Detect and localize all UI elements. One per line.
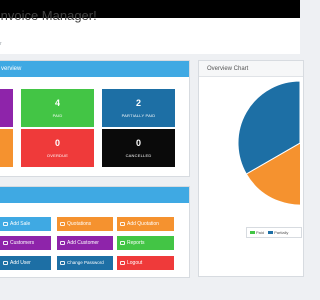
cancelled-count: 0 xyxy=(135,138,141,148)
legend-swatch-partially xyxy=(268,231,274,235)
overview-tile-paid[interactable]: 4 PAID xyxy=(21,89,94,127)
legend-label-partially: Partially xyxy=(274,230,289,235)
legend-label-paid: Paid xyxy=(256,230,265,235)
user-plus-icon xyxy=(3,260,8,265)
file-plus-icon xyxy=(120,221,125,226)
overview-tile-cancelled[interactable]: 0 CANCELLED xyxy=(102,129,175,167)
overview-tile-overdue[interactable]: 0 OVERDUE xyxy=(21,129,94,167)
quick-actions-header xyxy=(0,187,189,203)
users-icon xyxy=(3,240,8,245)
overview-chart-panel: Overview Chart xyxy=(198,60,304,277)
user-plus-icon xyxy=(60,240,65,245)
change-password-button[interactable]: Change Password xyxy=(57,256,113,270)
cancelled-label: CANCELLED xyxy=(125,153,152,158)
key-icon xyxy=(60,260,65,265)
chart-legend: Paid Partially xyxy=(246,227,302,238)
overview-chart-header: Overview Chart xyxy=(199,61,303,77)
add-sale-button[interactable]: Add Sale xyxy=(0,217,51,231)
logout-button[interactable]: Logout xyxy=(117,256,174,270)
legend-swatch-paid xyxy=(250,231,255,235)
overdue-count: 0 xyxy=(54,138,60,148)
plus-icon xyxy=(3,221,8,226)
paid-count: 4 xyxy=(54,98,60,108)
overview-tile-unknown[interactable] xyxy=(0,89,13,127)
file-icon xyxy=(60,221,65,226)
logout-icon xyxy=(120,260,125,265)
page-title: Invoice Manager! xyxy=(0,8,97,23)
reports-button[interactable]: Reports xyxy=(117,236,174,250)
overview-tile-unknown-2[interactable] xyxy=(0,129,13,167)
add-quotation-button[interactable]: Add Quotation xyxy=(117,217,174,231)
paid-label: PAID xyxy=(52,113,63,118)
partially-paid-label: PARTIALLY PAID xyxy=(121,113,156,118)
overview-panel-header: verview xyxy=(0,61,189,77)
breadcrumb: r xyxy=(0,41,2,47)
add-user-button[interactable]: Add User xyxy=(0,256,51,270)
overview-tile-partially-paid[interactable]: 2 PARTIALLY PAID xyxy=(102,89,175,127)
add-customer-button[interactable]: Add Customer xyxy=(57,236,113,250)
partially-paid-count: 2 xyxy=(135,98,141,108)
chart-icon xyxy=(120,240,125,245)
quotations-button[interactable]: Quotations xyxy=(57,217,113,231)
overdue-label: OVERDUE xyxy=(46,153,69,158)
customers-button[interactable]: Customers xyxy=(0,236,51,250)
page-header xyxy=(0,18,300,54)
